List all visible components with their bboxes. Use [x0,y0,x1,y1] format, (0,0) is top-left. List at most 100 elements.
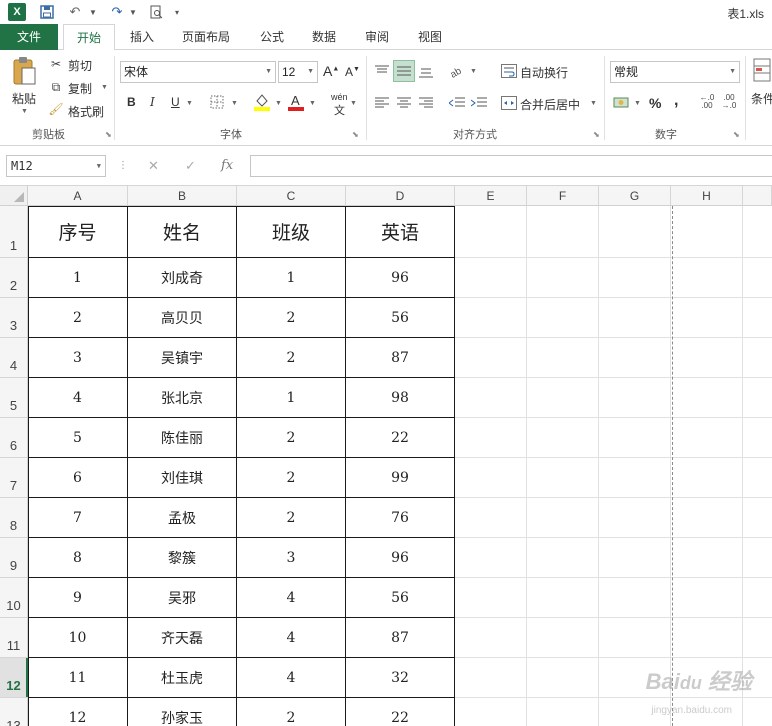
table-cell[interactable]: 吴镇宇 [128,338,237,378]
tab-view[interactable]: 视图 [410,24,450,50]
borders-dropdown-icon[interactable]: ▼ [231,100,238,107]
table-cell[interactable]: 3 [28,338,128,378]
customize-toolbar-icon[interactable]: ▾ [172,3,182,21]
table-cell[interactable]: 98 [346,378,455,418]
table-cell[interactable]: 76 [346,498,455,538]
table-header-cell[interactable]: 姓名 [128,206,237,258]
row-header-4[interactable]: 4 [0,338,28,378]
wrap-text-icon[interactable] [500,62,518,80]
font-name-dropdown-icon[interactable]: ▼ [265,62,272,82]
fill-color-dropdown-icon[interactable]: ▼ [275,100,282,107]
table-cell[interactable]: 32 [346,658,455,698]
increase-indent-icon[interactable] [470,94,488,112]
format-painter-icon[interactable]: 🖌 [48,101,64,117]
align-top-icon[interactable] [373,62,391,80]
table-cell[interactable]: 2 [237,418,346,458]
scissors-icon[interactable]: ✂ [48,56,64,72]
table-cell[interactable]: 22 [346,418,455,458]
worksheet-grid[interactable]: A B C D E F G H 1 2 3 4 5 6 7 8 9 10 11 12 13 序号 姓名 班级 英语 1 刘成奇 1 96… [0,186,772,726]
insert-function-button[interactable]: fx [221,155,233,177]
table-cell[interactable]: 吴邪 [128,578,237,618]
table-cell[interactable]: 2 [237,698,346,726]
table-cell[interactable]: 刘佳琪 [128,458,237,498]
comma-button[interactable]: , [674,92,678,110]
font-size-dropdown-icon[interactable]: ▼ [307,62,314,82]
font-size-select[interactable]: 12 ▼ [278,61,318,83]
table-cell[interactable]: 12 [28,698,128,726]
table-header-cell[interactable]: 英语 [346,206,455,258]
table-cell[interactable]: 1 [237,258,346,298]
column-header-d[interactable]: D [346,186,455,206]
column-header-e[interactable]: E [455,186,527,206]
tab-review[interactable]: 审阅 [357,24,397,50]
conditional-format-icon[interactable] [752,56,772,86]
merge-dropdown-icon[interactable]: ▼ [590,100,597,107]
decrease-indent-icon[interactable] [448,94,466,112]
column-header-b[interactable]: B [128,186,237,206]
column-header-a[interactable]: A [28,186,128,206]
cut-button[interactable]: 剪切 [68,57,92,74]
currency-icon[interactable] [612,94,632,112]
underline-button[interactable]: U [171,95,180,109]
row-header-13[interactable]: 13 [0,698,28,726]
table-cell[interactable]: 1 [237,378,346,418]
table-cell[interactable]: 4 [28,378,128,418]
enter-icon[interactable]: ✓ [185,155,196,177]
row-header-10[interactable]: 10 [0,578,28,618]
font-color-dropdown-icon[interactable]: ▼ [309,100,316,107]
number-format-select[interactable]: 常规 ▼ [610,61,740,83]
table-cell[interactable]: 孙家玉 [128,698,237,726]
table-cell[interactable]: 99 [346,458,455,498]
conditional-format-button[interactable]: 条件 [751,90,772,107]
merge-center-button[interactable]: 合并后居中 [520,96,580,113]
table-cell[interactable]: 2 [237,498,346,538]
row-header-9[interactable]: 9 [0,538,28,578]
copy-button[interactable]: 复制 [68,80,92,97]
table-cell[interactable]: 8 [28,538,128,578]
fill-color-icon[interactable] [253,92,271,112]
table-cell[interactable]: 2 [237,338,346,378]
table-cell[interactable]: 陈佳丽 [128,418,237,458]
tab-home[interactable]: 开始 [63,24,115,51]
italic-button[interactable]: I [150,95,155,109]
align-left-icon[interactable] [373,94,391,112]
table-cell[interactable]: 6 [28,458,128,498]
table-cell[interactable]: 刘成奇 [128,258,237,298]
decrease-decimal-icon[interactable]: .00 →.0 [720,92,738,112]
underline-dropdown-icon[interactable]: ▼ [186,100,193,107]
table-cell[interactable]: 22 [346,698,455,726]
row-header-5[interactable]: 5 [0,378,28,418]
align-right-icon[interactable] [417,94,435,112]
orientation-icon[interactable]: ab [448,62,468,80]
save-icon[interactable] [38,3,56,21]
row-header-3[interactable]: 3 [0,298,28,338]
align-bottom-icon[interactable] [417,62,435,80]
table-cell[interactable]: 2 [237,298,346,338]
redo-dropdown-icon[interactable]: ▼ [128,3,138,21]
wrap-text-button[interactable]: 自动换行 [520,64,568,81]
table-cell[interactable]: 9 [28,578,128,618]
print-preview-icon[interactable] [147,3,165,21]
paste-button[interactable]: 粘贴 [12,90,36,107]
column-header-g[interactable]: G [599,186,671,206]
table-cell[interactable]: 4 [237,578,346,618]
paste-dropdown-icon[interactable]: ▼ [21,108,28,115]
cancel-icon[interactable]: ✕ [148,155,159,177]
formula-input[interactable] [250,155,772,177]
alignment-launcher-icon[interactable]: ⬊ [593,130,600,139]
tab-formulas[interactable]: 公式 [252,24,292,50]
select-all-corner[interactable] [0,186,28,206]
font-color-icon[interactable]: A [287,92,305,112]
table-cell[interactable]: 7 [28,498,128,538]
percent-button[interactable]: % [649,95,661,111]
undo-dropdown-icon[interactable]: ▼ [88,3,98,21]
name-box-dropdown-icon[interactable]: ▼ [97,156,101,176]
table-cell[interactable]: 2 [28,298,128,338]
row-header-11[interactable]: 11 [0,618,28,658]
redo-icon[interactable]: ↷ [108,3,126,21]
table-cell[interactable]: 56 [346,298,455,338]
copy-icon[interactable]: ⧉ [48,79,64,95]
table-cell[interactable]: 56 [346,578,455,618]
table-cell[interactable]: 2 [237,458,346,498]
table-cell[interactable]: 87 [346,338,455,378]
